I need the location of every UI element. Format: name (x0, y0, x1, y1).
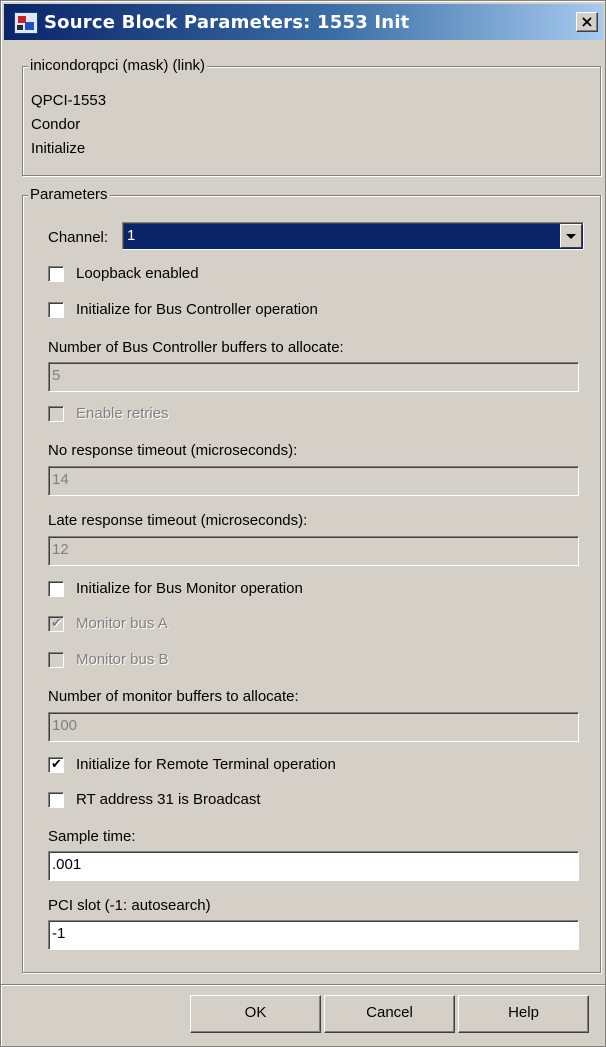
bus-controller-label: Initialize for Bus Controller operation (76, 301, 318, 318)
channel-select-value: 1 (127, 227, 136, 244)
close-icon[interactable]: × (576, 12, 598, 32)
pci-slot-label: PCI slot (-1: autosearch) (48, 897, 211, 914)
loopback-checkbox[interactable] (48, 266, 64, 282)
monitor-bus-a-label: Monitor bus A (76, 615, 168, 632)
cancel-button[interactable]: Cancel (324, 995, 455, 1033)
channel-label: Channel: (48, 229, 109, 246)
button-separator (1, 984, 605, 986)
parameters-group-legend: Parameters (28, 186, 110, 203)
bus-monitor-label: Initialize for Bus Monitor operation (76, 580, 303, 597)
title-bar[interactable]: Source Block Parameters: 1553 Init × (4, 4, 603, 40)
description-line-1: QPCI-1553 (31, 92, 107, 109)
monitor-buffers-label: Number of monitor buffers to allocate: (48, 688, 299, 705)
simulink-app-icon (14, 12, 38, 34)
monitor-buffers-input[interactable]: 100 (48, 712, 579, 742)
no-response-input[interactable]: 14 (48, 466, 579, 496)
description-line-3: Initialize (31, 140, 86, 157)
sample-time-label: Sample time: (48, 828, 136, 845)
checkmark-icon: ✔ (51, 757, 62, 772)
no-response-label: No response timeout (microseconds): (48, 442, 298, 459)
bus-controller-checkbox[interactable] (48, 302, 64, 318)
description-group: inicondorqpci (mask) (link) (22, 57, 601, 176)
rt-broadcast-checkbox[interactable] (48, 792, 64, 808)
monitor-bus-b-label: Monitor bus B (76, 651, 169, 668)
late-response-input[interactable]: 12 (48, 536, 579, 566)
description-line-2: Condor (31, 116, 81, 133)
dropdown-button[interactable] (560, 224, 582, 248)
remote-terminal-label: Initialize for Remote Terminal operation (76, 756, 336, 773)
enable-retries-label: Enable retries (76, 405, 169, 422)
sample-time-input[interactable]: .001 (48, 851, 579, 881)
enable-retries-checkbox[interactable] (48, 406, 64, 422)
dialog-window: Source Block Parameters: 1553 Init × ini… (0, 0, 606, 1047)
chevron-down-icon (566, 234, 576, 239)
window-title: Source Block Parameters: 1553 Init (44, 12, 410, 33)
checkmark-icon: ✔ (51, 616, 62, 631)
channel-select[interactable]: 1 (122, 222, 584, 250)
bc-buffers-input[interactable]: 5 (48, 362, 579, 392)
rt-broadcast-label: RT address 31 is Broadcast (76, 791, 261, 808)
monitor-bus-a-checkbox[interactable]: ✔ (48, 616, 64, 632)
ok-button[interactable]: OK (190, 995, 321, 1033)
description-group-legend: inicondorqpci (mask) (link) (28, 57, 208, 74)
help-button[interactable]: Help (458, 995, 589, 1033)
bc-buffers-label: Number of Bus Controller buffers to allo… (48, 339, 344, 356)
bus-monitor-checkbox[interactable] (48, 581, 64, 597)
monitor-bus-b-checkbox[interactable] (48, 652, 64, 668)
remote-terminal-checkbox[interactable]: ✔ (48, 757, 64, 773)
pci-slot-input[interactable]: -1 (48, 920, 579, 950)
loopback-label: Loopback enabled (76, 265, 199, 282)
late-response-label: Late response timeout (microseconds): (48, 512, 308, 529)
